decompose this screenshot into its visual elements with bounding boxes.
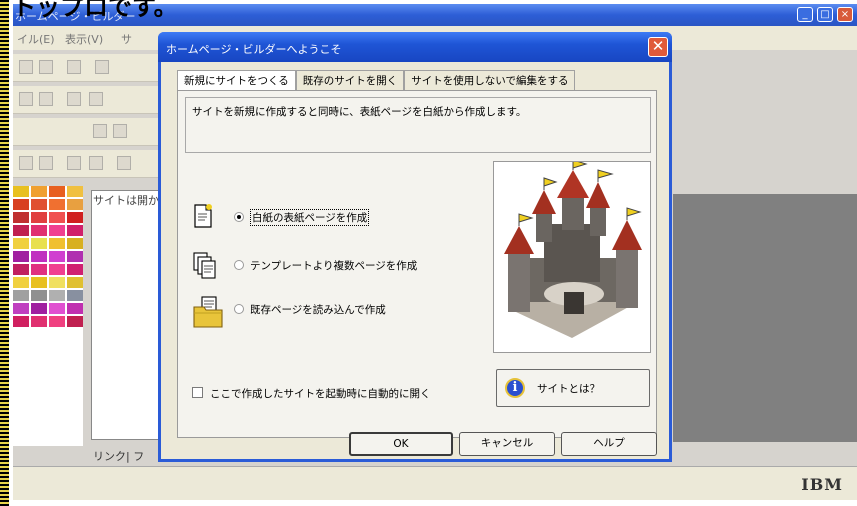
minimize-icon[interactable]: _ bbox=[797, 7, 813, 22]
format-icon-5[interactable] bbox=[117, 156, 131, 170]
menu-edit[interactable]: イル(E) bbox=[17, 31, 55, 47]
option-import-pages-label: 既存ページを読み込んで作成 bbox=[250, 304, 386, 316]
toolbar-3 bbox=[13, 118, 163, 146]
page-caption: トップロです。 bbox=[12, 0, 178, 21]
format-icon-3[interactable] bbox=[67, 156, 81, 170]
folder-page-icon bbox=[193, 296, 223, 328]
tab-open-site[interactable]: 既存のサイトを開く bbox=[295, 70, 405, 90]
multi-page-icon bbox=[193, 252, 216, 279]
format-icon-1[interactable] bbox=[19, 156, 33, 170]
cancel-button[interactable]: キャンセル bbox=[459, 432, 555, 456]
site-status-label: サイトは開か bbox=[93, 194, 159, 207]
castle-image bbox=[504, 159, 642, 338]
dropdown-icon[interactable] bbox=[93, 124, 107, 138]
form-icon[interactable] bbox=[89, 92, 103, 106]
format-icon-2[interactable] bbox=[39, 156, 53, 170]
list-icon[interactable] bbox=[113, 124, 127, 138]
editor-background bbox=[673, 194, 857, 442]
welcome-dialog: ホームページ・ビルダーへようこそ ✕ 新規にサイトをつくる 既存のサイトを開く … bbox=[158, 32, 672, 462]
description-text: サイトを新規に作成すると同時に、表紙ページを白紙から作成します。 bbox=[192, 106, 527, 118]
close-icon[interactable]: ✕ bbox=[648, 37, 668, 57]
format-icon-4[interactable] bbox=[89, 156, 103, 170]
print-icon[interactable] bbox=[67, 60, 81, 74]
image-icon[interactable] bbox=[39, 92, 53, 106]
tab-new-site[interactable]: 新規にサイトをつくる bbox=[177, 70, 296, 90]
color-swatches bbox=[13, 186, 83, 327]
tab-link[interactable]: リンク| フ bbox=[93, 448, 144, 464]
blank-page-icon bbox=[194, 204, 212, 228]
cut-icon[interactable] bbox=[95, 60, 109, 74]
ibm-logo: IBM bbox=[801, 475, 843, 494]
option-template-pages-label: テンプレートより複数ページを作成 bbox=[250, 260, 418, 272]
tab-panel: サイトを新規に作成すると同時に、表紙ページを白紙から作成します。 白紙の表紙ペー… bbox=[177, 90, 657, 438]
what-is-site-label: サイトとは？ bbox=[537, 383, 600, 395]
castle-illustration bbox=[493, 159, 651, 353]
maximize-icon[interactable]: □ bbox=[817, 7, 833, 22]
menu-view[interactable]: 表示(V) bbox=[65, 31, 103, 47]
open-icon[interactable] bbox=[19, 60, 33, 74]
tab-edit-without-site[interactable]: サイトを使用しないで編集をする bbox=[404, 70, 576, 90]
left-border-decoration bbox=[0, 0, 9, 506]
radio-template-pages[interactable] bbox=[234, 260, 244, 270]
table-icon[interactable] bbox=[67, 92, 81, 106]
option-blank-page-label: 白紙の表紙ページを作成 bbox=[250, 209, 370, 226]
help-button[interactable]: ヘルプ bbox=[561, 432, 657, 456]
auto-open-checkbox-box[interactable] bbox=[192, 387, 203, 398]
radio-import-pages[interactable] bbox=[234, 304, 244, 314]
dialog-titlebar: ホームページ・ビルダーへようこそ ✕ bbox=[158, 32, 672, 62]
toolbar-1 bbox=[13, 54, 163, 82]
dialog-title: ホームページ・ビルダーへようこそ bbox=[166, 43, 342, 56]
tab-link-label: リンク bbox=[93, 450, 126, 463]
color-palette-pane bbox=[13, 186, 83, 446]
app-close-icon[interactable]: × bbox=[837, 7, 853, 22]
toolbar-4 bbox=[13, 150, 163, 178]
what-is-site-button[interactable]: i サイトとは？ bbox=[496, 369, 650, 407]
info-icon: i bbox=[505, 378, 525, 398]
statusbar: IBM bbox=[13, 466, 857, 500]
toolbar-2 bbox=[13, 86, 163, 114]
radio-blank-page[interactable] bbox=[234, 212, 244, 222]
edit-icon[interactable] bbox=[19, 92, 33, 106]
auto-open-checkbox-label: ここで作成したサイトを起動時に自動的に開く bbox=[210, 388, 431, 400]
tab-link-sep: | フ bbox=[126, 450, 145, 463]
ok-button[interactable]: OK bbox=[349, 432, 453, 456]
site-pane bbox=[91, 190, 161, 440]
description-box: サイトを新規に作成すると同時に、表紙ページを白紙から作成します。 bbox=[185, 97, 651, 153]
dialog-tabs: 新規にサイトをつくる 既存のサイトを開く サイトを使用しないで編集をする bbox=[177, 70, 576, 90]
save-icon[interactable] bbox=[39, 60, 53, 74]
menu-site[interactable]: サ bbox=[121, 31, 132, 47]
